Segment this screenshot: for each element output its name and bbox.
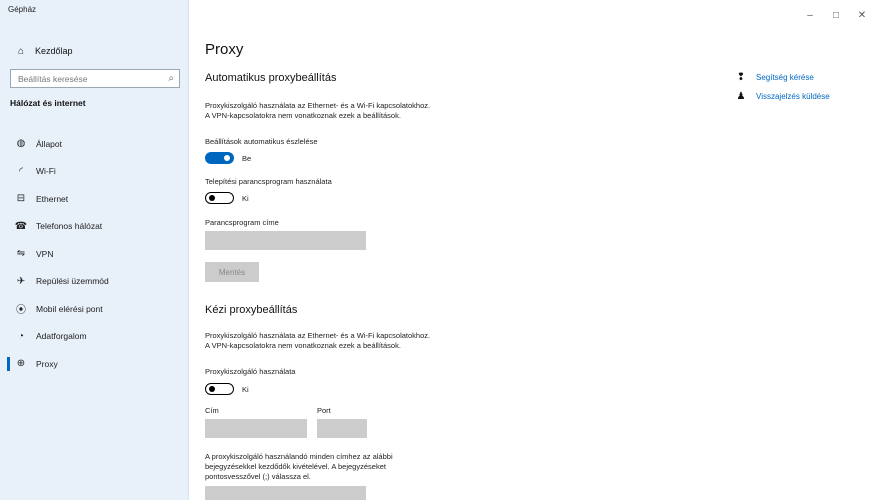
exceptions-desc-line2: bejegyzésekkel kezdődők kivételével. A b… [205, 462, 386, 471]
proxy-port-field[interactable] [317, 419, 367, 438]
use-proxy-row: Ki [205, 383, 249, 395]
sidebar-item-label: Adatforgalom [36, 331, 87, 342]
ethernet-icon: ⊟ [16, 193, 26, 205]
manual-proxy-desc-line2: A VPN-kapcsolatokra nem vonatkoznak ezek… [205, 341, 401, 350]
toggle-knob [224, 155, 230, 161]
setup-script-state: Ki [242, 193, 249, 203]
proxy-globe-icon: ⊕ [16, 358, 26, 370]
sidebar-item-data-usage[interactable]: ◔ Adatforgalom [0, 323, 189, 351]
sidebar-item-dialup[interactable]: ☎ Telefonos hálózat [0, 213, 189, 241]
get-help-label: Segítség kérése [756, 73, 814, 82]
feedback-label: Visszajelzés küldése [756, 92, 830, 101]
sidebar-item-label: Wi-Fi [36, 166, 56, 177]
exceptions-desc-line3: pontosvesszővel (;) válassza el. [205, 472, 311, 481]
globe-status-icon: ◍ [16, 138, 26, 150]
sidebar-item-label: Proxy [36, 358, 58, 369]
script-address-label: Parancsprogram címe [205, 218, 279, 227]
setup-script-row: Ki [205, 192, 249, 204]
feedback-link[interactable]: ♟ Visszajelzés küldése [735, 87, 830, 106]
sidebar-item-label: Telefonos hálózat [36, 221, 103, 232]
home-icon: ⌂ [17, 45, 25, 57]
sidebar-item-proxy[interactable]: ⊕ Proxy [0, 350, 189, 378]
close-button[interactable]: ✕ [849, 0, 875, 30]
auto-proxy-desc-line1: Proxykiszolgáló használata az Ethernet- … [205, 101, 431, 110]
search-placeholder: Beállítás keresése [18, 73, 88, 84]
sidebar-item-airplane[interactable]: ✈ Repülési üzemmód [0, 268, 189, 296]
help-chat-icon: ❢ [736, 72, 746, 83]
save-button[interactable]: Mentés [205, 262, 259, 282]
minimize-button[interactable]: – [797, 0, 823, 30]
sidebar-home-label: Kezdőlap [35, 46, 73, 56]
setup-script-toggle[interactable] [205, 192, 234, 204]
auto-detect-toggle[interactable] [205, 152, 234, 164]
script-address-field[interactable] [205, 231, 366, 250]
auto-proxy-desc-line2: A VPN-kapcsolatokra nem vonatkoznak ezek… [205, 111, 401, 120]
feedback-person-icon: ♟ [736, 91, 746, 102]
use-proxy-state: Ki [242, 384, 249, 394]
proxy-port-label: Port [317, 406, 331, 415]
sidebar-item-label: Ethernet [36, 193, 69, 204]
sidebar-item-ethernet[interactable]: ⊟ Ethernet [0, 185, 189, 213]
search-input[interactable]: Beállítás keresése ⌕ [10, 69, 180, 88]
app-title: Gépház [8, 5, 37, 14]
exceptions-field[interactable] [205, 486, 366, 500]
vpn-icon: ⇋ [16, 248, 26, 260]
toggle-knob [209, 385, 215, 392]
main-content: – □ ✕ Proxy Automatikus proxybeállítás P… [189, 0, 879, 500]
manual-proxy-desc-line1: Proxykiszolgáló használata az Ethernet- … [205, 331, 431, 340]
help-links: ❢ Segítség kérése ♟ Visszajelzés küldése [735, 68, 830, 106]
setup-script-label: Telepítési parancsprogram használata [205, 177, 332, 186]
auto-detect-row: Be [205, 152, 251, 164]
window-controls: – □ ✕ [797, 0, 879, 30]
airplane-icon: ✈ [16, 275, 26, 287]
sidebar-item-label: Mobil elérési pont [36, 303, 103, 314]
dialup-icon: ☎ [14, 220, 28, 232]
section-heading: Hálózat és internet [10, 98, 86, 108]
toggle-knob [209, 194, 215, 201]
sidebar-item-label: Repülési üzemmód [36, 276, 109, 287]
sidebar-item-hotspot[interactable]: ⦿ Mobil elérési pont [0, 295, 189, 323]
get-help-link[interactable]: ❢ Segítség kérése [735, 68, 830, 87]
auto-proxy-heading: Automatikus proxybeállítás [205, 72, 337, 84]
search-icon: ⌕ [168, 73, 174, 84]
auto-detect-state: Be [242, 153, 252, 163]
sidebar-item-vpn[interactable]: ⇋ VPN [0, 240, 189, 268]
data-usage-icon: ◔ [17, 330, 25, 342]
sidebar-item-label: Állapot [36, 138, 62, 149]
proxy-address-label: Cím [205, 406, 219, 415]
sidebar-item-label: VPN [36, 248, 54, 259]
exceptions-desc-line1: A proxykiszolgáló használandó minden cím… [205, 452, 393, 461]
sidebar: Gépház ⌂ Kezdőlap Beállítás keresése ⌕ H… [0, 0, 189, 500]
page-title: Proxy [205, 41, 244, 58]
maximize-button[interactable]: □ [823, 0, 849, 30]
proxy-address-field[interactable] [205, 419, 307, 438]
use-proxy-toggle[interactable] [205, 383, 234, 395]
sidebar-item-status[interactable]: ◍ Állapot [0, 130, 189, 158]
wifi-icon: ◜ [19, 165, 23, 177]
hotspot-icon: ⦿ [16, 305, 26, 317]
sidebar-home[interactable]: ⌂ Kezdőlap [0, 40, 189, 62]
manual-proxy-heading: Kézi proxybeállítás [205, 304, 298, 316]
use-proxy-label: Proxykiszolgáló használata [205, 367, 296, 376]
auto-detect-label: Beállítások automatikus észlelése [205, 137, 318, 146]
nav-list: ◍ Állapot ◜ Wi-Fi ⊟ Ethernet ☎ Telefonos… [0, 130, 189, 378]
sidebar-item-wifi[interactable]: ◜ Wi-Fi [0, 158, 189, 186]
